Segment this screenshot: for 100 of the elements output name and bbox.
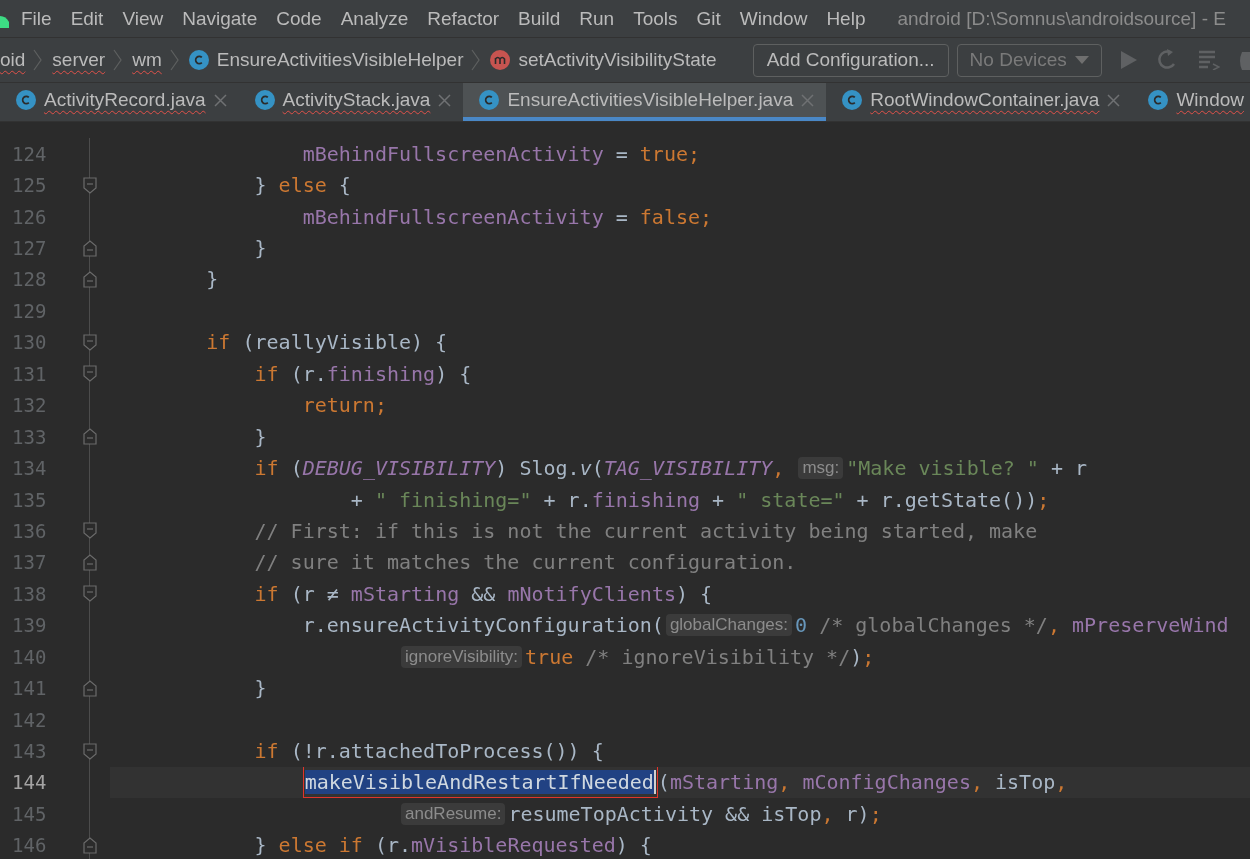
class-icon <box>479 90 500 110</box>
code-text: } <box>206 267 219 292</box>
menu-item[interactable]: Window <box>728 7 816 30</box>
menu-item[interactable]: Git <box>685 7 729 30</box>
code-text: + " finishing=" + r.finishing + " state=" + r.getState()); <box>350 487 1050 512</box>
line-number: 133 <box>11 425 48 448</box>
line-number: 128 <box>11 268 48 291</box>
menu-item[interactable]: File <box>10 7 60 30</box>
breadcrumb-item[interactable]: oid <box>0 49 26 71</box>
line-number: 124 <box>11 142 48 165</box>
code-text: (mStarting, mConfigChanges, isTop, <box>657 770 1068 795</box>
line-number: 131 <box>11 362 48 385</box>
fold-marker-icon[interactable] <box>83 270 97 288</box>
code-text: if (reallyVisible) { <box>206 330 448 355</box>
menu-item[interactable]: Refactor <box>416 7 508 30</box>
menu-item[interactable]: View <box>111 7 172 30</box>
fold-marker-icon[interactable] <box>83 836 97 854</box>
chevron-right-icon <box>471 49 481 71</box>
code-text: true /* ignoreVisibility */); <box>525 644 875 669</box>
line-number: 134 <box>11 457 48 480</box>
line-number: 126 <box>11 205 48 228</box>
line-number: 130 <box>11 331 48 354</box>
line-number: 136 <box>11 519 48 542</box>
menu-item[interactable]: Tools <box>622 7 686 30</box>
code-text: if (DEBUG_VISIBILITY) Slog.v(TAG_VISIBILITY, <box>254 456 785 481</box>
parameter-hint: msg: <box>798 457 844 480</box>
window-title: android [D:\Somnus\androidsource] - E <box>897 7 1226 30</box>
line-number: 137 <box>11 551 48 574</box>
menu-item[interactable]: Build <box>507 7 569 30</box>
tab-label: ActivityRecord.java <box>44 89 206 111</box>
add-configuration-button[interactable]: Add Configuration... <box>752 43 949 77</box>
line-number: 145 <box>11 802 48 825</box>
fold-marker-icon[interactable] <box>83 239 97 257</box>
menu-item[interactable]: Help <box>815 7 874 30</box>
fold-marker-icon[interactable] <box>83 585 97 603</box>
menu-item[interactable]: Navigate <box>171 7 266 30</box>
code-text: 0 /* globalChanges */, mPreserveWind <box>795 613 1229 638</box>
selected-text: makeVisibleAndRestartIfNeeded <box>304 770 654 795</box>
code-text: mBehindFullscreenActivity = false; <box>302 204 713 229</box>
list-icon[interactable] <box>1198 50 1220 70</box>
close-icon[interactable] <box>1107 93 1121 107</box>
menu-item[interactable]: Code <box>265 7 330 30</box>
line-number: 143 <box>11 740 48 763</box>
fold-marker-icon[interactable] <box>83 333 97 351</box>
class-icon <box>1148 90 1169 110</box>
chevron-right-icon <box>113 49 123 71</box>
method-icon <box>490 50 511 70</box>
parameter-hint: ignoreVisibility: <box>401 645 523 668</box>
code-text: if (!r.attachedToProcess()) { <box>254 739 604 764</box>
class-icon <box>842 90 863 110</box>
line-number: 135 <box>11 488 48 511</box>
line-number: 127 <box>11 237 48 260</box>
line-number: 138 <box>11 582 48 605</box>
line-number: 141 <box>11 677 48 700</box>
code-text: if (r ≠ mStarting && mNotifyClients) { <box>254 581 713 606</box>
fold-marker-icon[interactable] <box>83 742 97 760</box>
line-number: 140 <box>11 645 48 668</box>
breadcrumb-item[interactable]: EnsureActivitiesVisibleHelper <box>216 49 464 71</box>
breadcrumb-item[interactable]: setActivityVisibilityState <box>518 49 717 71</box>
breadcrumb-item[interactable]: server <box>52 49 106 71</box>
fold-marker-icon[interactable] <box>83 553 97 571</box>
fold-marker-icon[interactable] <box>83 522 97 540</box>
editor-tab[interactable]: EnsureActivitiesVisibleHelper.java <box>463 83 827 121</box>
line-number: 132 <box>11 394 48 417</box>
parameter-hint: globalChanges: <box>665 614 793 637</box>
code-text: mBehindFullscreenActivity = true; <box>302 141 701 166</box>
class-icon <box>254 90 275 110</box>
close-icon[interactable] <box>801 93 815 107</box>
menu-item[interactable]: Edit <box>59 7 112 30</box>
code-text: "Make visible? " + r <box>846 456 1088 481</box>
code-text: return; <box>302 393 387 418</box>
line-number: 146 <box>11 834 48 857</box>
parameter-hint: andResume: <box>401 802 506 825</box>
code-text: } else { <box>254 173 351 198</box>
code-text: // First: if this is not the current activity being started, make <box>254 518 1038 543</box>
menu-item[interactable]: Analyze <box>329 7 417 30</box>
tab-label: Window <box>1176 89 1244 111</box>
line-number: 129 <box>11 299 48 322</box>
caret-icon <box>1075 56 1089 64</box>
code-text: } <box>254 424 267 449</box>
chevron-right-icon <box>33 49 43 71</box>
code-text: r.ensureActivityConfiguration( <box>302 613 664 638</box>
tab-label: EnsureActivitiesVisibleHelper.java <box>507 89 794 111</box>
chevron-right-icon <box>169 49 179 71</box>
code-text: // sure it matches the current configuration. <box>254 550 797 575</box>
fold-marker-icon[interactable] <box>83 365 97 383</box>
code-text: } <box>254 236 267 261</box>
line-number: 144 <box>11 771 48 794</box>
close-icon[interactable] <box>438 93 452 107</box>
fold-marker-icon[interactable] <box>83 679 97 697</box>
run-icon[interactable] <box>1120 50 1138 70</box>
fold-marker-icon[interactable] <box>83 428 97 446</box>
menu-item[interactable]: Run <box>568 7 623 30</box>
fold-marker-icon[interactable] <box>83 176 97 194</box>
breadcrumb-item[interactable]: wm <box>132 49 162 71</box>
code-text: resumeTopActivity && isTop, r); <box>508 801 882 826</box>
close-icon[interactable] <box>213 93 227 107</box>
code-text: if (r.finishing) { <box>254 361 472 386</box>
tab-label: ActivityStack.java <box>282 89 431 111</box>
class-icon <box>16 90 36 110</box>
